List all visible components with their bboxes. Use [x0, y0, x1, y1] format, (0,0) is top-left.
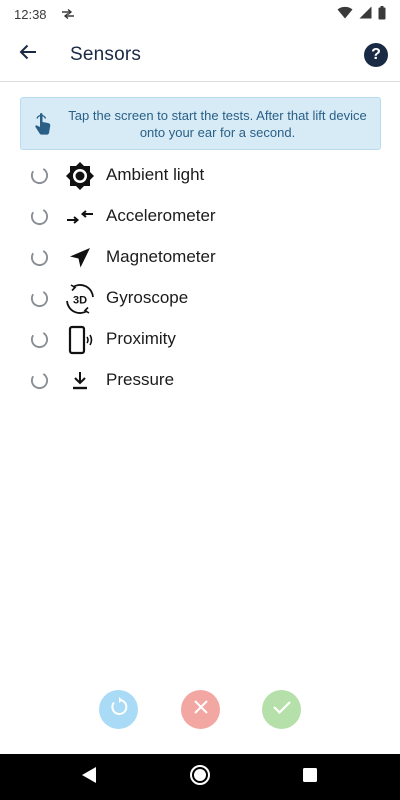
compress-arrows-icon: [64, 202, 96, 232]
pass-button[interactable]: [262, 690, 301, 729]
sensor-item-gyroscope[interactable]: 3D Gyroscope: [0, 278, 400, 319]
nav-back-icon: [81, 766, 97, 789]
navigation-arrow-icon: [64, 243, 96, 273]
sensor-item-ambient-light[interactable]: Ambient light: [0, 155, 400, 196]
loading-spinner-icon: [30, 207, 49, 226]
nav-back-button[interactable]: [78, 766, 100, 788]
signal-icon: [359, 6, 372, 22]
wifi-icon: [337, 6, 353, 22]
info-banner: Tap the screen to start the tests. After…: [20, 97, 381, 150]
nav-recents-button[interactable]: [299, 766, 321, 788]
status-time: 12:38: [14, 6, 47, 22]
nav-home-button[interactable]: [189, 764, 211, 791]
rotate-3d-icon: 3D: [64, 284, 96, 314]
fail-button[interactable]: [181, 690, 220, 729]
sensor-label: Accelerometer: [106, 206, 216, 225]
back-button[interactable]: [0, 28, 56, 82]
app-bar: Sensors ?: [0, 28, 400, 82]
sensor-label: Pressure: [106, 370, 175, 389]
download-arrow-icon: [64, 366, 96, 396]
sensor-item-pressure[interactable]: Pressure: [0, 360, 400, 401]
sensor-label: Gyroscope: [106, 288, 189, 307]
nav-home-icon: [189, 764, 211, 791]
status-bar: 12:38: [0, 0, 400, 28]
nav-recents-icon: [302, 767, 318, 788]
close-icon: [193, 699, 209, 720]
gyroscope-3d-text: 3D: [73, 295, 87, 307]
loading-spinner-icon: [30, 166, 49, 185]
sensor-label: Proximity: [106, 329, 176, 348]
sensor-item-proximity[interactable]: Proximity: [0, 319, 400, 360]
help-button[interactable]: ?: [364, 42, 388, 67]
loading-spinner-icon: [30, 289, 49, 308]
status-icons: [337, 5, 386, 23]
data-transfer-icon: [61, 9, 75, 19]
refresh-icon: [109, 697, 129, 722]
info-text: Tap the screen to start the tests. After…: [68, 107, 367, 140]
brightness-icon: [64, 161, 96, 191]
arrow-back-icon: [19, 44, 37, 65]
navigation-bar: [0, 754, 400, 800]
sensor-item-accelerometer[interactable]: Accelerometer: [0, 196, 400, 237]
loading-spinner-icon: [30, 371, 49, 390]
battery-icon: [378, 5, 386, 23]
sensor-list: Ambient light Accelerometer Magnetometer…: [0, 155, 400, 401]
sensor-label: Ambient light: [106, 165, 205, 184]
screen: 12:38 Sensors ? Tap the screen to start …: [0, 0, 400, 800]
page-title: Sensors: [70, 43, 142, 65]
loading-spinner-icon: [30, 330, 49, 349]
loading-spinner-icon: [30, 248, 49, 267]
check-icon: [272, 699, 292, 720]
sensor-item-magnetometer[interactable]: Magnetometer: [0, 237, 400, 278]
sensor-label: Magnetometer: [106, 247, 216, 266]
tap-hand-icon: [21, 112, 65, 136]
help-icon: ?: [371, 45, 381, 63]
phone-vibrate-icon: [64, 325, 96, 355]
retry-button[interactable]: [99, 690, 138, 729]
